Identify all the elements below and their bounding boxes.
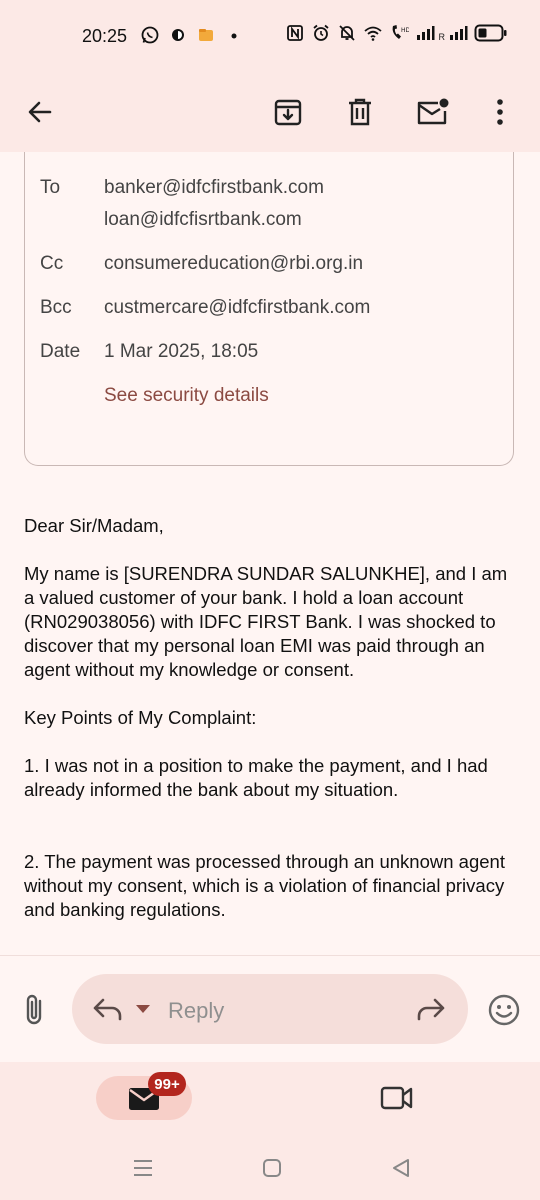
dot-icon [224,24,244,46]
status-bar: 20:25 HD R [0,0,540,72]
reply-field[interactable]: Reply [72,974,468,1044]
signal-icon [415,22,435,44]
date-value: 1 Mar 2025, 18:05 [104,341,259,362]
to-address-2[interactable]: loan@idfcfisrtbank.com [104,209,302,231]
date-label: Date [40,341,81,362]
home-button[interactable] [261,1157,283,1179]
nfc-icon [285,22,305,44]
more-options-button[interactable] [478,90,522,134]
volte-icon: HD [389,22,409,44]
system-navigation-bar [0,1140,540,1200]
cc-address[interactable]: consumereducation@rbi.org.in [104,253,363,275]
recents-button[interactable] [132,1157,154,1179]
message-body: Dear Sir/Madam, My name is [SURENDRA SUN… [24,514,519,922]
security-details-link[interactable]: See security details [104,385,269,407]
back-button[interactable] [18,90,62,134]
signal-roaming-icon [448,22,468,44]
svg-text:HD: HD [401,27,409,34]
mark-unread-icon [415,97,449,127]
recipient-details-card: g To banker@idfcfirstbank.com loan@idfcf… [24,122,514,466]
key-points-heading: Key Points of My Complaint: [24,707,257,728]
app-icon [168,24,188,46]
reply-bar: Reply [0,955,540,1063]
roaming-label: R [438,32,446,42]
archive-icon [273,97,303,127]
greeting: Dear Sir/Madam, [24,515,164,536]
bcc-address[interactable]: custmercare@idfcfirstbank.com [104,297,370,319]
status-time: 20:25 [82,26,128,46]
reply-options-caret-icon[interactable] [135,1004,151,1014]
battery-icon [474,22,508,44]
delete-icon [346,97,374,127]
back-arrow-icon [26,98,54,126]
bottom-navigation: 99+ [0,1062,540,1140]
archive-button[interactable] [266,90,310,134]
reply-icon[interactable] [92,996,124,1022]
meet-video-icon[interactable] [380,1084,414,1112]
forward-icon[interactable] [416,996,446,1022]
to-label: To [40,177,61,198]
more-vert-icon [495,98,505,126]
to-address-1[interactable]: banker@idfcfirstbank.com [104,177,324,199]
whatsapp-icon [140,24,160,46]
wifi-icon [363,22,383,44]
bcc-label: Bcc [40,297,72,318]
mark-unread-button[interactable] [410,90,454,134]
alarm-icon [311,22,331,44]
mail-tab[interactable]: 99+ [96,1072,192,1120]
complaint-point-1: 1. I was not in a position to make the p… [24,755,488,800]
message-toolbar [0,72,540,152]
attach-icon[interactable] [18,992,52,1028]
folder-icon [196,24,216,46]
cc-label: Cc [40,253,64,274]
emoji-icon[interactable] [486,992,522,1028]
unread-count-badge: 99+ [148,1072,186,1096]
intro-paragraph: My name is [SURENDRA SUNDAR SALUNKHE], a… [24,563,508,680]
back-system-button[interactable] [390,1157,412,1179]
reply-placeholder: Reply [168,998,225,1023]
complaint-point-2: 2. The payment was processed through an … [24,851,505,920]
mute-icon [337,22,357,44]
delete-button[interactable] [338,90,382,134]
